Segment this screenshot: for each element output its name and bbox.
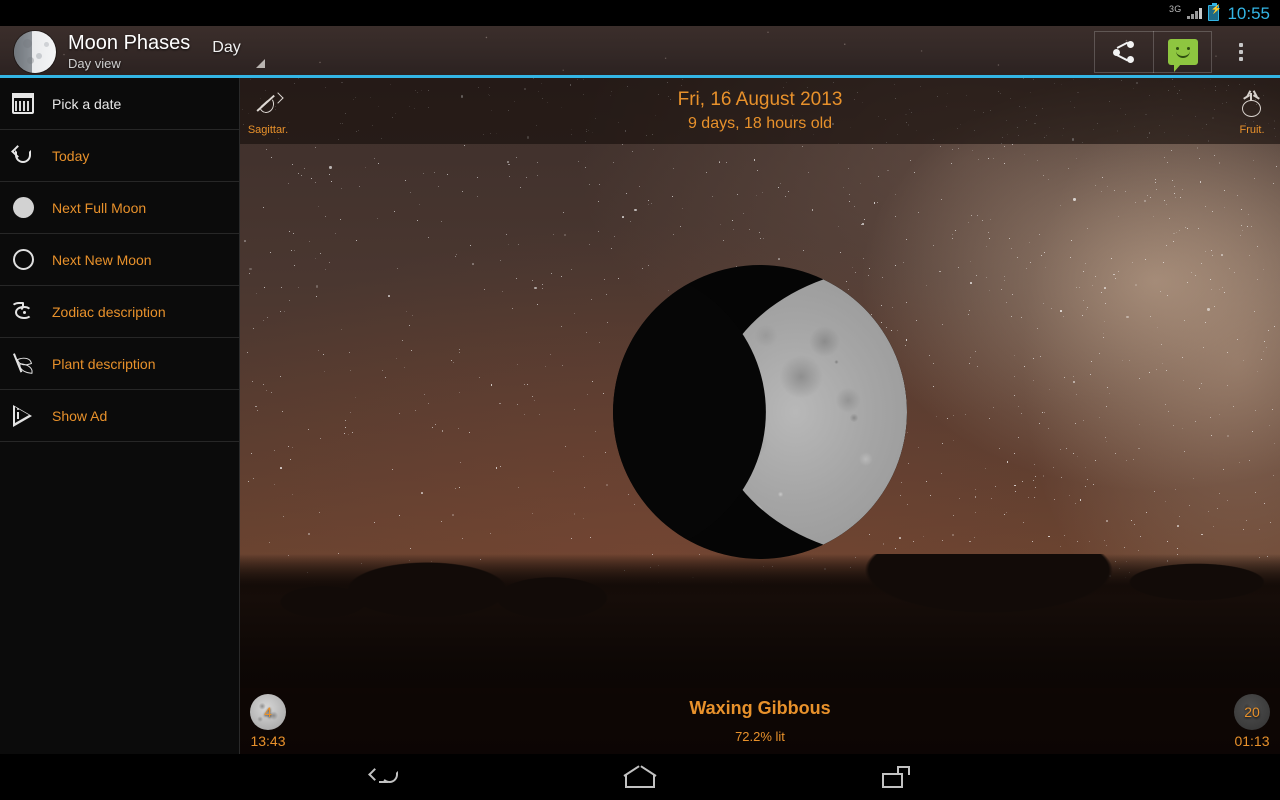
- moonset-thumbnail: 20: [1234, 694, 1270, 730]
- zodiac-label: Sagittar.: [247, 123, 289, 136]
- top-info-bar: Sagittar. Fri, 16 August 2013 9 days, 18…: [240, 78, 1280, 144]
- action-bar-titles: Moon Phases Day view: [68, 33, 190, 71]
- zodiac-indicator[interactable]: Sagittar.: [240, 78, 296, 144]
- recents-icon: [882, 766, 910, 788]
- home-button[interactable]: [617, 760, 663, 794]
- phase-info: Waxing Gibbous 72.2% lit: [296, 698, 1224, 744]
- plant-label: Fruit.: [1239, 123, 1265, 136]
- view-mode-spinner[interactable]: Day: [212, 39, 265, 68]
- moonset-indicator[interactable]: 20 01:13: [1224, 688, 1280, 754]
- moonrise-day: 4: [264, 704, 272, 720]
- drawer-item-next-full-moon[interactable]: Next Full Moon: [0, 182, 239, 234]
- share-icon: [1113, 41, 1135, 63]
- app-icon[interactable]: [14, 31, 56, 73]
- app-title: Moon Phases: [68, 32, 191, 55]
- drawer-item-pick-a-date[interactable]: Pick a date: [0, 78, 239, 130]
- zodiac-goat-icon: [10, 299, 36, 325]
- navigation-drawer: Pick a date Today Next Full Moon Next Ne…: [0, 78, 240, 754]
- drawer-label-pick-a-date: Pick a date: [52, 95, 122, 112]
- illumination-percent: 72.2% lit: [735, 728, 785, 744]
- moon-graphic[interactable]: [613, 265, 907, 559]
- drawer-label-plant-description: Plant description: [52, 355, 156, 372]
- action-bar-actions: [1094, 31, 1270, 73]
- back-icon: [368, 768, 398, 786]
- moonset-day: 20: [1244, 704, 1260, 720]
- drawer-label-show-ad: Show Ad: [52, 407, 108, 424]
- play-info-icon: [10, 403, 36, 429]
- chevron-down-icon: [255, 59, 265, 68]
- sagittarius-bow-icon: [253, 87, 284, 123]
- drawer-item-zodiac-description[interactable]: Zodiac description: [0, 286, 239, 338]
- new-moon-icon: [10, 247, 36, 273]
- action-button-group: [1094, 31, 1212, 73]
- status-clock: 10:55: [1227, 3, 1270, 23]
- moon-age: 9 days, 18 hours old: [687, 115, 833, 133]
- home-icon: [623, 765, 657, 788]
- drawer-label-next-new-moon: Next New Moon: [52, 251, 152, 268]
- full-moon-icon: [10, 195, 36, 221]
- drawer-item-today[interactable]: Today: [0, 130, 239, 182]
- drawer-label-next-full-moon: Next Full Moon: [52, 199, 147, 216]
- drawer-item-plant-description[interactable]: Plant description: [0, 338, 239, 390]
- messaging-icon: [1167, 39, 1198, 72]
- view-mode-label: Day: [212, 39, 241, 56]
- plant-leaf-icon: [10, 351, 36, 377]
- drawer-label-zodiac-description: Zodiac description: [52, 303, 166, 320]
- current-date: Fri, 16 August 2013: [677, 88, 843, 110]
- overflow-menu-icon: [1239, 43, 1243, 61]
- bottom-info-bar: 4 13:43 Waxing Gibbous 72.2% lit 20 01:1…: [240, 688, 1280, 754]
- moon-view[interactable]: [240, 78, 1280, 754]
- drawer-item-next-new-moon[interactable]: Next New Moon: [0, 234, 239, 286]
- date-info: Fri, 16 August 2013 9 days, 18 hours old: [296, 89, 1224, 134]
- battery-charging-icon: [1208, 3, 1222, 21]
- moonrise-indicator[interactable]: 4 13:43: [240, 688, 296, 754]
- undo-arrow-icon: [10, 143, 36, 169]
- action-bar: Moon Phases Day view Day: [0, 26, 1280, 78]
- moonrise-time: 13:43: [250, 733, 286, 749]
- phase-name: Waxing Gibbous: [689, 697, 831, 718]
- fruit-tomato-icon: [1238, 87, 1266, 123]
- drawer-label-today: Today: [52, 147, 90, 164]
- moonrise-thumbnail: 4: [250, 694, 286, 730]
- overflow-menu-button[interactable]: [1212, 31, 1270, 73]
- recents-button[interactable]: [873, 760, 919, 794]
- status-bar: 3G 10:55: [0, 0, 1280, 26]
- back-button[interactable]: [361, 760, 407, 794]
- signal-bars-icon: [1187, 7, 1203, 19]
- message-button[interactable]: [1153, 31, 1211, 73]
- app-subtitle: Day view: [68, 56, 121, 72]
- network-type-label: 3G: [1169, 3, 1182, 14]
- share-button[interactable]: [1095, 31, 1153, 73]
- plant-indicator[interactable]: Fruit.: [1224, 78, 1280, 144]
- system-navigation-bar: [0, 754, 1280, 800]
- drawer-item-show-ad[interactable]: Show Ad: [0, 390, 239, 442]
- moonset-time: 01:13: [1234, 733, 1270, 749]
- android-screen: 3G 10:55 Moon Phases Day view Day: [0, 0, 1280, 800]
- calendar-icon: [10, 91, 36, 117]
